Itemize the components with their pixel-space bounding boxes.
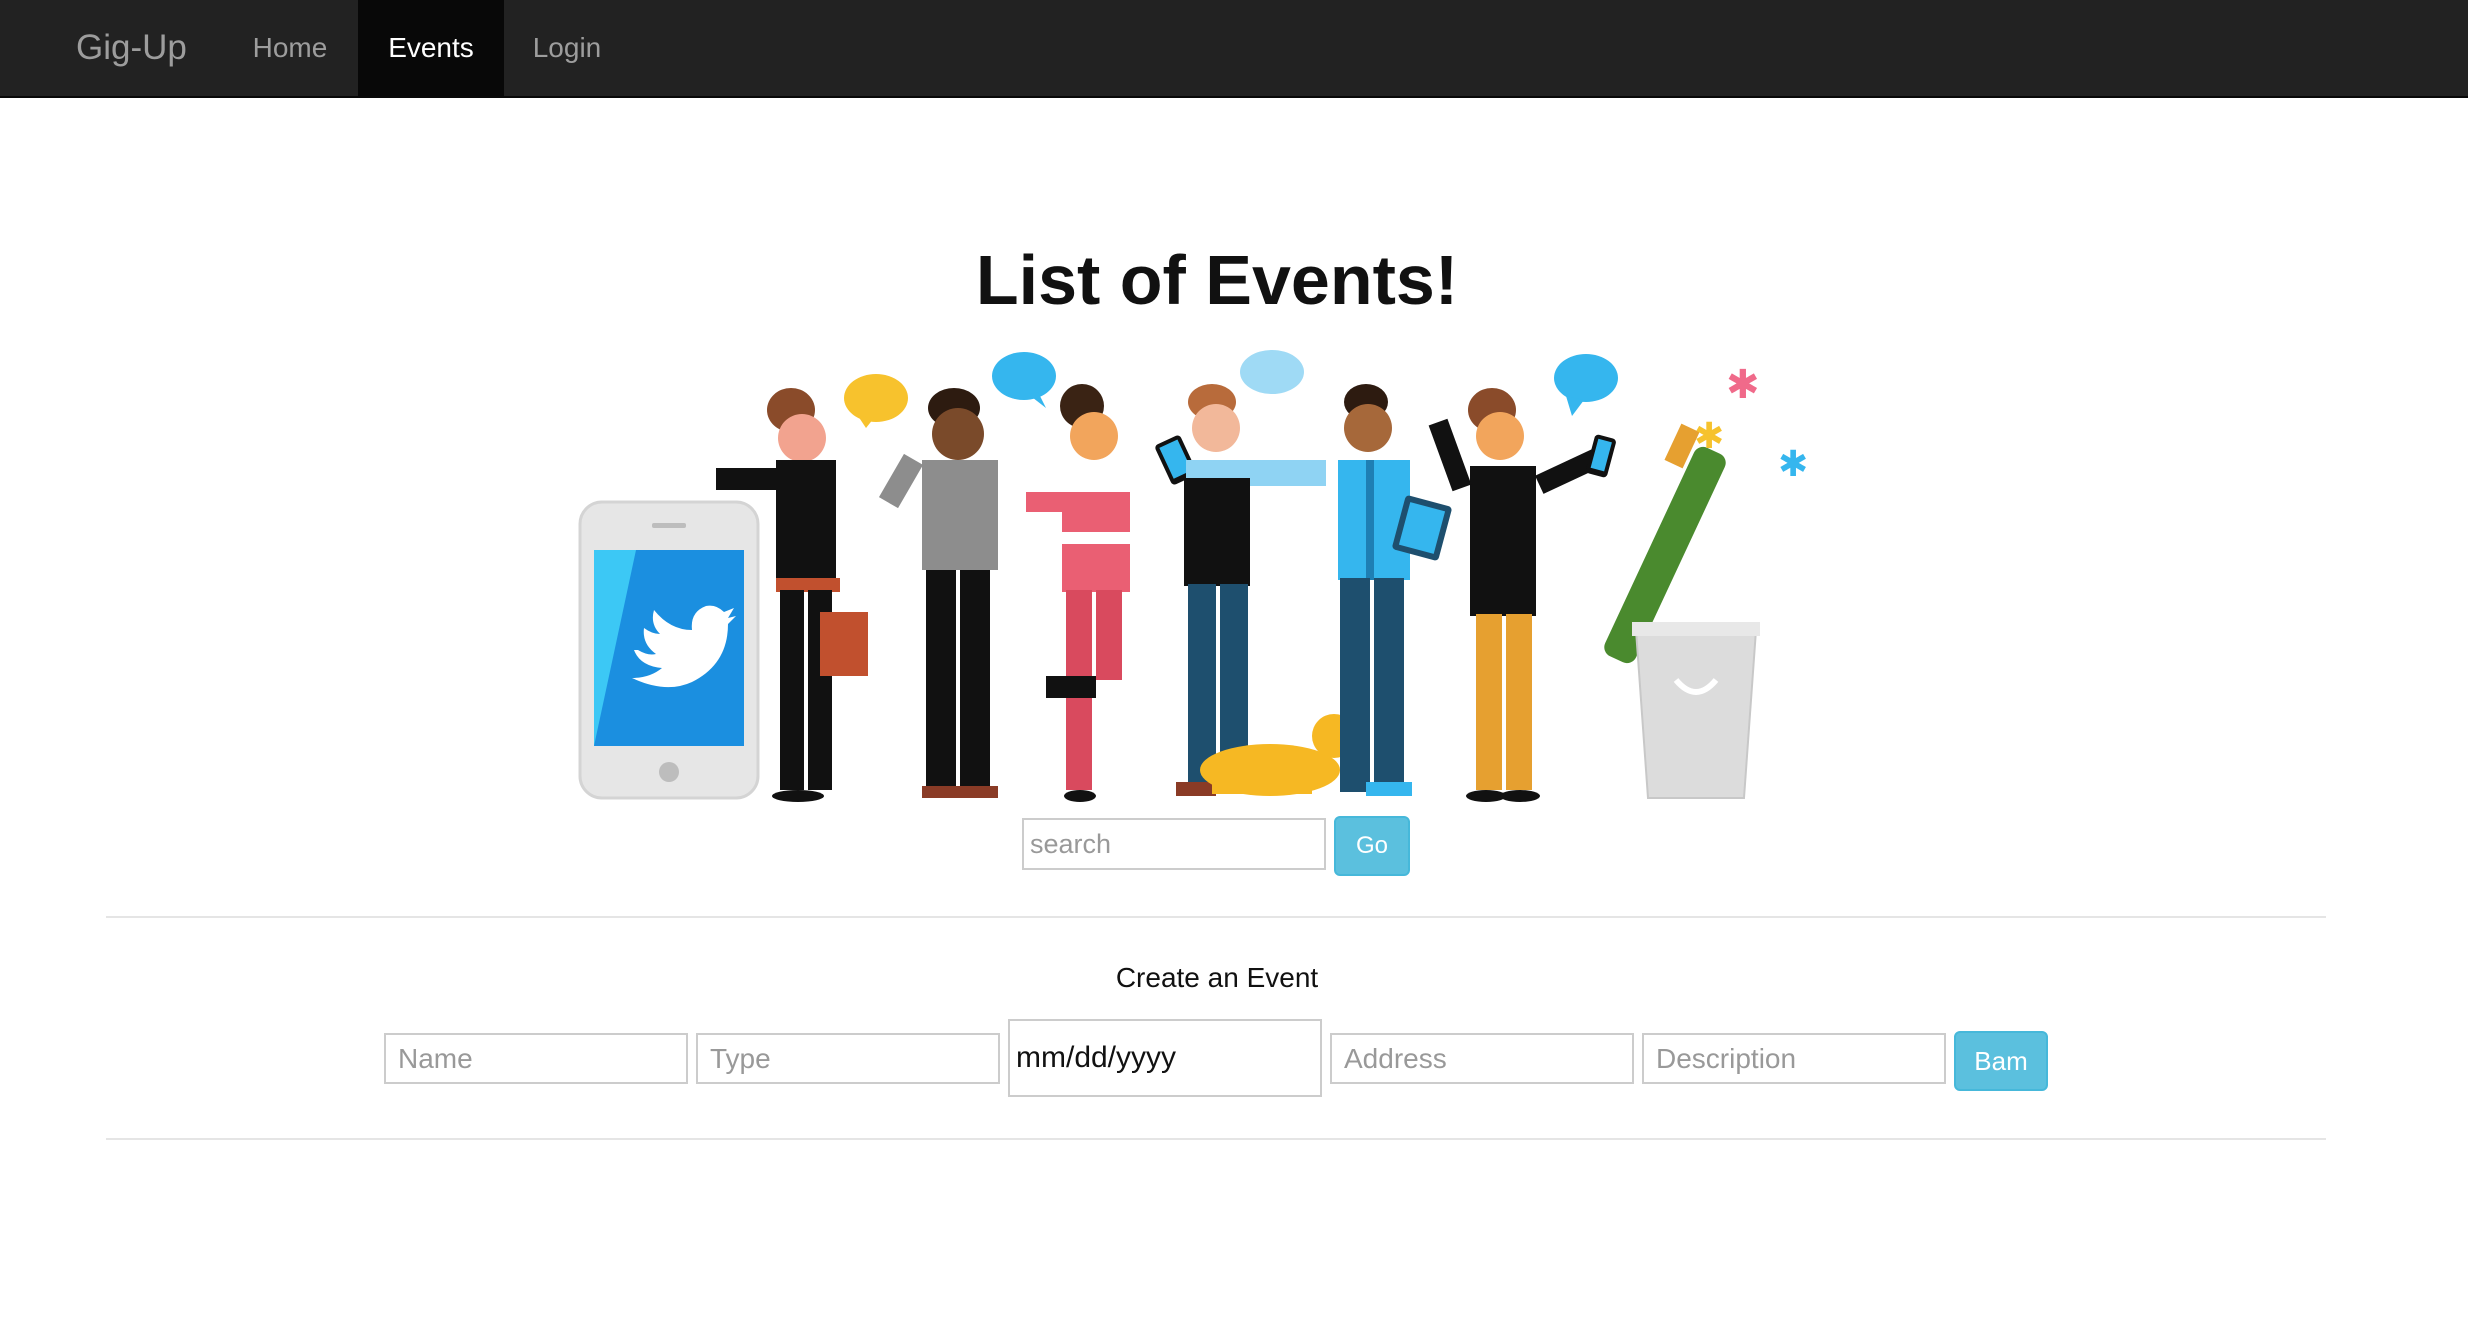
address-field[interactable] bbox=[1330, 1033, 1634, 1084]
search-input[interactable] bbox=[1022, 818, 1326, 870]
people-party-illustration: ✱ ✱ ✱ bbox=[578, 350, 1808, 802]
svg-text:✱: ✱ bbox=[1694, 416, 1724, 457]
description-field[interactable] bbox=[1642, 1033, 1946, 1084]
page-title: List of Events! bbox=[975, 241, 1459, 319]
divider bbox=[106, 916, 2326, 918]
type-field[interactable] bbox=[696, 1033, 1000, 1084]
top-navbar: Gig-Up Home Events Login bbox=[0, 0, 2468, 98]
brand-link[interactable]: Gig-Up bbox=[76, 0, 187, 98]
name-field[interactable] bbox=[384, 1033, 688, 1084]
nav-item-home[interactable]: Home bbox=[222, 0, 358, 98]
svg-text:✱: ✱ bbox=[1726, 362, 1760, 408]
svg-text:✱: ✱ bbox=[1778, 444, 1808, 485]
person-6 bbox=[1428, 388, 1616, 802]
person-2 bbox=[878, 388, 998, 798]
person-4 bbox=[1176, 384, 1326, 796]
person-5 bbox=[1338, 384, 1452, 796]
date-field[interactable]: mm/dd/yyyy bbox=[1008, 1019, 1322, 1097]
champagne-bucket-illustration bbox=[1604, 423, 1760, 799]
nav-item-events[interactable]: Events bbox=[358, 0, 504, 98]
person-3 bbox=[1026, 384, 1197, 802]
create-event-title: Create an Event bbox=[1115, 962, 1319, 993]
divider bbox=[106, 1138, 2326, 1140]
bam-submit-button[interactable]: Bam bbox=[1954, 1031, 2048, 1091]
go-button[interactable]: Go bbox=[1334, 816, 1410, 876]
nav-item-login[interactable]: Login bbox=[504, 0, 630, 98]
